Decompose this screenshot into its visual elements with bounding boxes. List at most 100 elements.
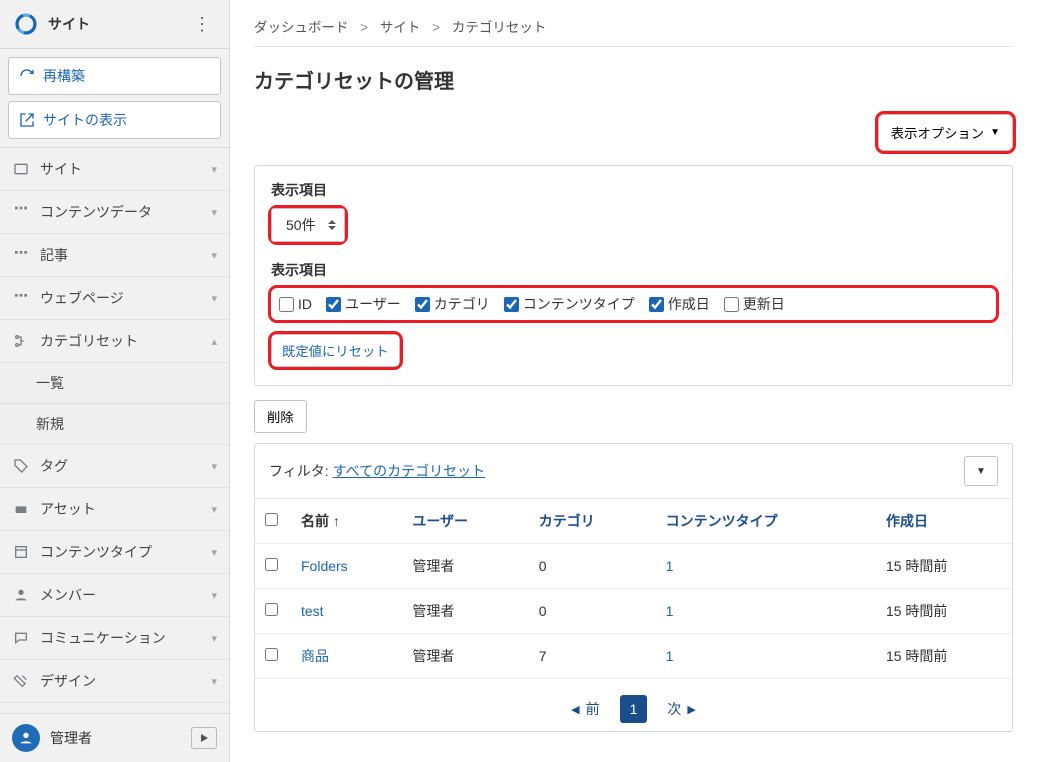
pagination: ◀ 前 1 次 ▶ <box>255 679 1012 731</box>
sidebar-item-label: サイト <box>40 159 82 179</box>
column-toggle-user[interactable]: ユーザー <box>326 294 401 314</box>
site-icon <box>12 160 30 178</box>
sidebar-item-design[interactable]: デザイン ▾ <box>0 660 229 703</box>
assets-icon <box>12 500 30 518</box>
pagination-next[interactable]: 次 ▶ <box>657 693 705 725</box>
chevron-down-icon: ▾ <box>211 249 217 262</box>
column-toggle-id[interactable]: ID <box>279 296 312 312</box>
cell-name[interactable]: 商品 <box>291 634 402 679</box>
select-all-checkbox[interactable] <box>265 513 278 526</box>
col-header-content-type[interactable]: コンテンツタイプ <box>656 499 876 544</box>
cell-created: 15 時間前 <box>876 589 1012 634</box>
filter-expand-button[interactable]: ▼ <box>964 456 998 486</box>
chevron-down-icon: ▾ <box>211 632 217 645</box>
display-options-button[interactable]: 表示オプション ▼ <box>878 114 1013 151</box>
cell-name[interactable]: test <box>291 589 402 634</box>
checkbox-content-type[interactable] <box>504 297 519 312</box>
sidebar-item-communication[interactable]: コミュニケーション ▾ <box>0 617 229 660</box>
sidebar-item-site[interactable]: サイト ▾ <box>0 148 229 191</box>
chevron-down-icon: ▾ <box>211 589 217 602</box>
page-title: カテゴリセットの管理 <box>254 65 1013 94</box>
view-site-button[interactable]: サイトの表示 <box>8 101 221 139</box>
display-options-panel: 表示項目 50件 表示項目 ID ユーザー カテゴリ コンテンツタイプ 作成日 … <box>254 165 1013 386</box>
per-page-value: 50件 <box>286 215 316 235</box>
row-checkbox[interactable] <box>265 558 278 571</box>
chevron-down-icon: ▾ <box>211 503 217 516</box>
cell-created: 15 時間前 <box>876 634 1012 679</box>
sidebar-actions: 再構築 サイトの表示 <box>0 49 229 148</box>
pagination-prev[interactable]: ◀ 前 <box>561 693 609 725</box>
cell-name[interactable]: Folders <box>291 544 402 589</box>
cell-created: 15 時間前 <box>876 544 1012 589</box>
row-checkbox[interactable] <box>265 648 278 661</box>
cell-category: 0 <box>529 544 656 589</box>
breadcrumb: ダッシュボード > サイト > カテゴリセット <box>254 12 1013 47</box>
column-toggle-updated[interactable]: 更新日 <box>724 294 785 314</box>
rebuild-button[interactable]: 再構築 <box>8 57 221 95</box>
webpages-icon <box>12 289 30 307</box>
chevron-down-icon: ▾ <box>211 460 217 473</box>
filter-current-link[interactable]: すべてのカテゴリセット <box>333 461 485 481</box>
col-header-created[interactable]: 作成日 <box>876 499 1012 544</box>
sidebar-item-content-type[interactable]: コンテンツタイプ ▾ <box>0 531 229 574</box>
col-header-user[interactable]: ユーザー <box>402 499 528 544</box>
breadcrumb-sep: > <box>360 20 368 35</box>
display-options-row: 表示オプション ▼ <box>254 114 1013 151</box>
play-button-icon[interactable] <box>191 727 217 749</box>
row-checkbox[interactable] <box>265 603 278 616</box>
checkbox-id[interactable] <box>279 297 294 312</box>
column-toggle-category[interactable]: カテゴリ <box>415 294 490 314</box>
sidebar-item-content-data[interactable]: コンテンツデータ ▾ <box>0 191 229 234</box>
per-page-select[interactable]: 50件 <box>271 208 345 242</box>
checkbox-updated[interactable] <box>724 297 739 312</box>
col-header-name[interactable]: 名前 ↑ <box>291 499 402 544</box>
chevron-down-icon: ▾ <box>211 546 217 559</box>
current-user-name: 管理者 <box>50 728 92 748</box>
sidebar-item-articles[interactable]: 記事 ▾ <box>0 234 229 277</box>
table-row: 商品管理者7115 時間前 <box>255 634 1012 679</box>
sidebar-item-tags[interactable]: タグ ▾ <box>0 445 229 488</box>
per-page-section-label: 表示項目 <box>271 180 996 200</box>
table-panel: フィルタ: すべてのカテゴリセット ▼ 名前 ↑ ユーザー カテゴリ <box>254 443 1013 732</box>
cell-category: 0 <box>529 589 656 634</box>
more-menu-icon[interactable]: ⋮ <box>189 14 217 35</box>
sidebar-item-category-set[interactable]: カテゴリセット ▴ <box>0 320 229 363</box>
tag-icon <box>12 457 30 475</box>
pagination-page-current[interactable]: 1 <box>620 695 648 723</box>
delete-button[interactable]: 削除 <box>254 400 307 433</box>
avatar[interactable] <box>12 724 40 752</box>
sidebar-item-webpages[interactable]: ウェブページ ▾ <box>0 277 229 320</box>
sidebar-header: サイト ⋮ <box>0 0 229 49</box>
table-row: test管理者0115 時間前 <box>255 589 1012 634</box>
sidebar-item-assets[interactable]: アセット ▾ <box>0 488 229 531</box>
cell-user: 管理者 <box>402 589 528 634</box>
sidebar-subitem-list[interactable]: 一覧 <box>0 363 229 404</box>
col-header-category[interactable]: カテゴリ <box>529 499 656 544</box>
reset-defaults-button[interactable]: 既定値にリセット <box>271 334 400 367</box>
column-toggle-created[interactable]: 作成日 <box>649 294 710 314</box>
cell-content-type: 1 <box>656 634 876 679</box>
sidebar-item-label: メンバー <box>40 585 96 605</box>
cell-category: 7 <box>529 634 656 679</box>
table-header-row: 名前 ↑ ユーザー カテゴリ コンテンツタイプ 作成日 <box>255 499 1012 544</box>
refresh-icon <box>19 68 35 84</box>
checkbox-user[interactable] <box>326 297 341 312</box>
column-toggle-content-type[interactable]: コンテンツタイプ <box>504 294 635 314</box>
sidebar-item-label: コンテンツデータ <box>40 202 152 222</box>
cell-content-type: 1 <box>656 544 876 589</box>
sort-asc-icon: ↑ <box>333 513 340 529</box>
sidebar-subitem-new[interactable]: 新規 <box>0 404 229 445</box>
display-options-label: 表示オプション <box>891 123 984 142</box>
content-type-icon <box>12 543 30 561</box>
category-set-icon <box>12 332 30 350</box>
checkbox-created[interactable] <box>649 297 664 312</box>
breadcrumb-item[interactable]: ダッシュボード <box>254 20 349 35</box>
caret-down-icon: ▼ <box>976 466 986 477</box>
chevron-down-icon: ▾ <box>211 675 217 688</box>
cell-content-type: 1 <box>656 589 876 634</box>
articles-icon <box>12 246 30 264</box>
sidebar-item-label: デザイン <box>40 671 96 691</box>
breadcrumb-item[interactable]: サイト <box>380 20 421 35</box>
sidebar-item-members[interactable]: メンバー ▾ <box>0 574 229 617</box>
checkbox-category[interactable] <box>415 297 430 312</box>
